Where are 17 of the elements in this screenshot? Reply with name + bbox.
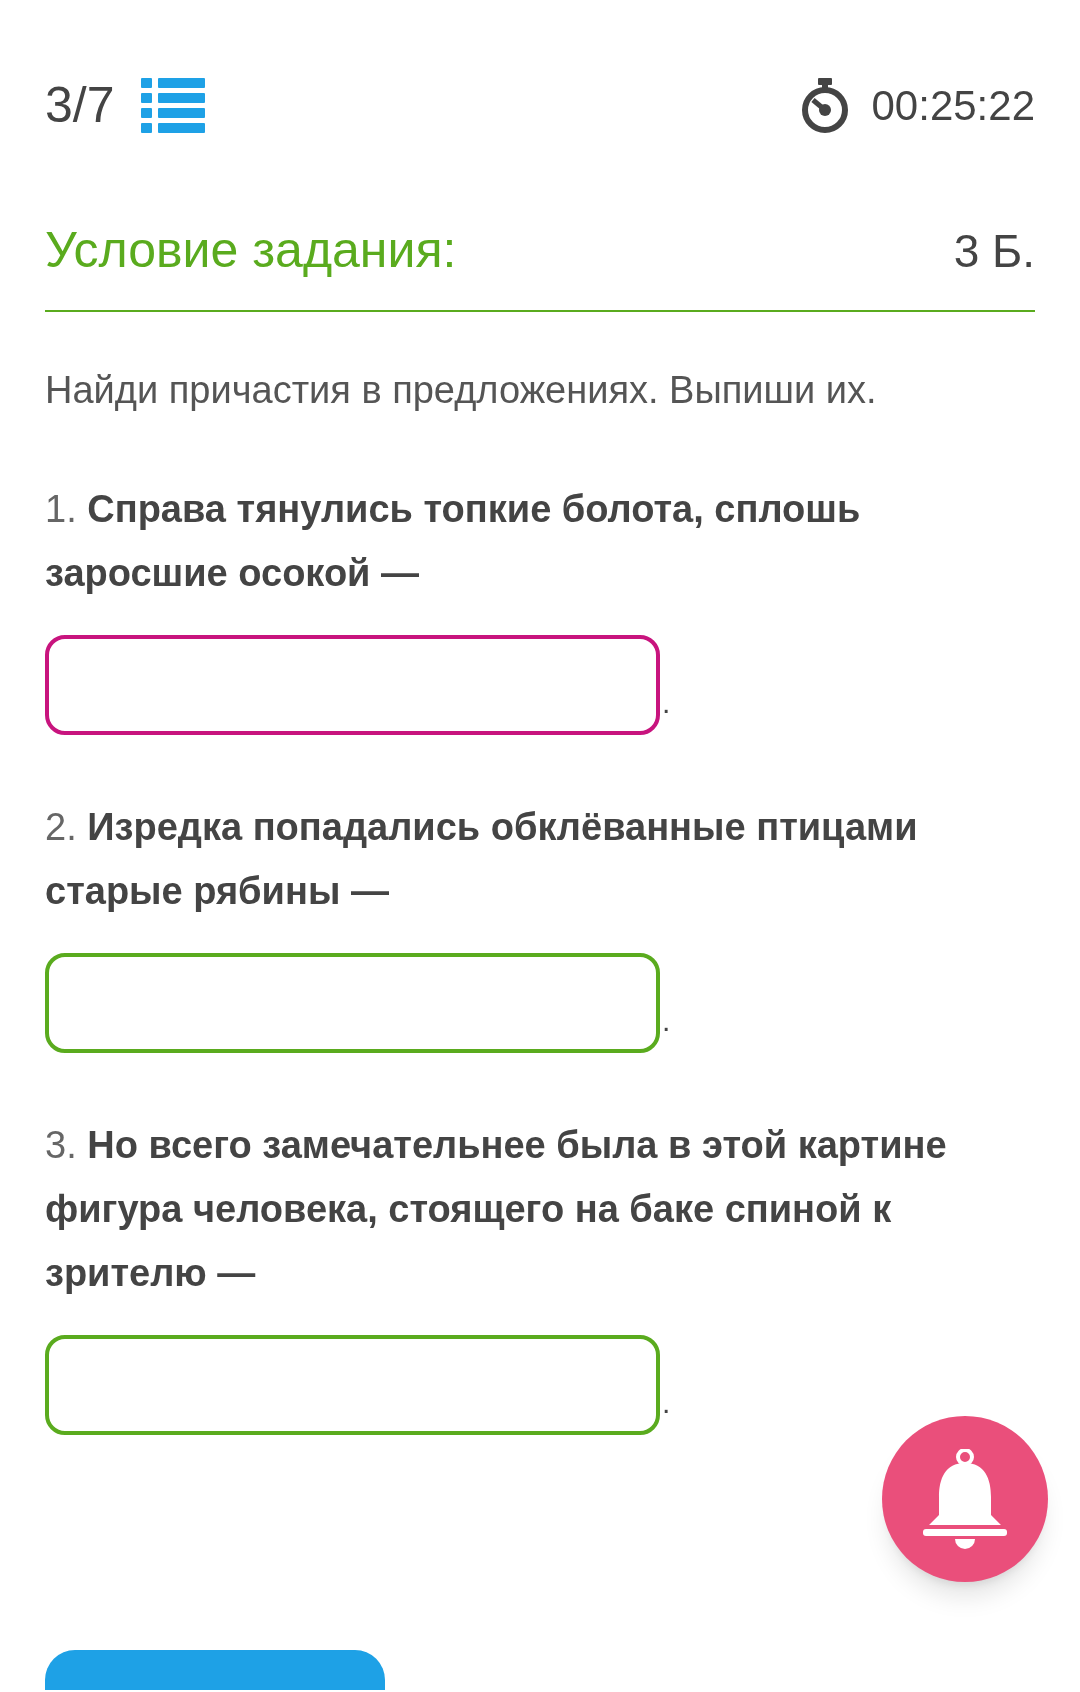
answer-field[interactable] [45,635,660,735]
trailing-period: . [662,1003,671,1039]
answer-field[interactable] [45,1335,660,1435]
question-counter: 3/7 [45,76,115,135]
stopwatch-icon [799,77,850,134]
trailing-period: . [662,1385,671,1421]
task-instruction: Найди причастия в предложениях. Выпиши их. [45,368,878,413]
question-text: 3. Но всего замечательнее была в этой картине фигура человека, стоящего на баке спиной к зрителю — [45,1123,948,1296]
submit-button[interactable] [45,1650,385,1690]
question-text: 2. Изредка попадались обклёванные птицами старые рябины — [45,805,919,914]
task-title: Условие задания: [45,221,457,280]
timer: 00:25:22 [871,81,1035,131]
list-icon[interactable] [140,77,205,134]
trailing-period: . [662,685,671,721]
task-points: 3 Б. [953,224,1035,279]
question-text: 1. Справа тянулись топкие болота, сплошь заросшие осокой — [45,487,862,596]
answer-field[interactable] [45,953,660,1053]
